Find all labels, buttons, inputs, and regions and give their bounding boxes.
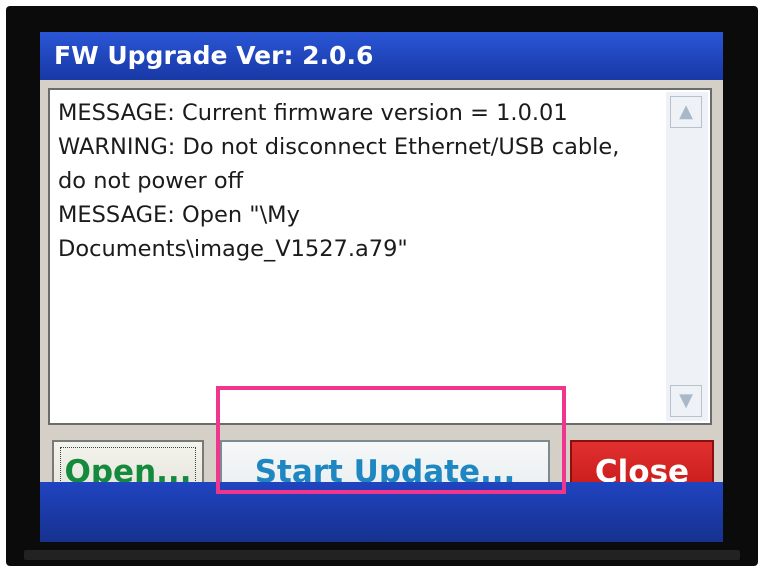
window-title: FW Upgrade Ver: 2.0.6 <box>54 41 374 70</box>
log-line: Documents\image_V1527.a79" <box>58 236 408 262</box>
scroll-up-arrow-icon[interactable]: ▲ <box>670 96 702 128</box>
photo-frame: FW Upgrade Ver: 2.0.6 MESSAGE: Current f… <box>0 0 767 576</box>
log-line: do not power off <box>58 168 244 194</box>
message-log-text: MESSAGE: Current firmware version = 1.0.… <box>58 96 662 266</box>
window-title-bar: FW Upgrade Ver: 2.0.6 <box>40 32 723 80</box>
vertical-scrollbar[interactable]: ▲ ▼ <box>666 92 708 421</box>
scroll-down-arrow-icon[interactable]: ▼ <box>670 385 702 417</box>
message-log[interactable]: MESSAGE: Current firmware version = 1.0.… <box>48 88 712 425</box>
highlight-annotation-box <box>216 386 566 494</box>
log-line: MESSAGE: Open "\My <box>58 202 300 228</box>
log-line: MESSAGE: Current firmware version = 1.0.… <box>58 100 568 126</box>
log-line: WARNING: Do not disconnect Ethernet/USB … <box>58 134 620 160</box>
